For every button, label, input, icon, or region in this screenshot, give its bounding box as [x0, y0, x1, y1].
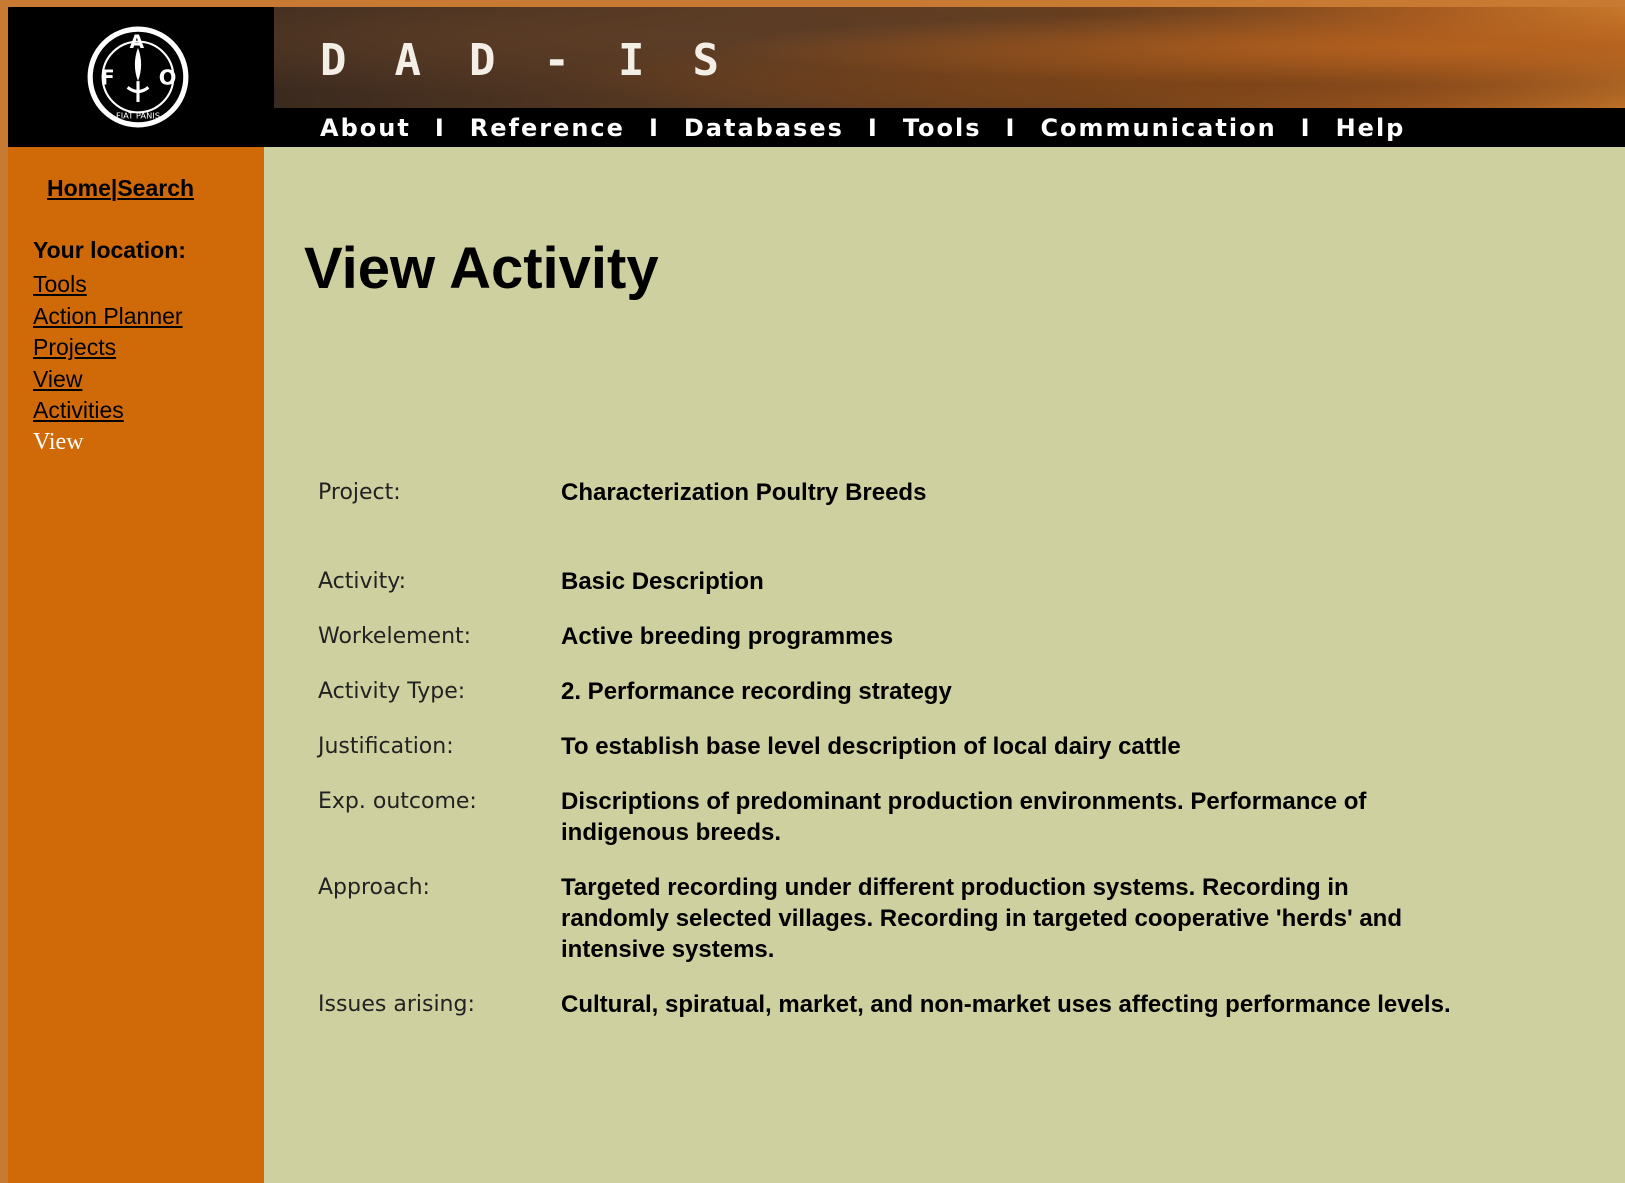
logo-area: F A O FIAT PANIS — [8, 7, 274, 147]
nav-reference[interactable]: Reference — [470, 114, 625, 142]
field-label: Issues arising: — [318, 992, 475, 1017]
detail-row: Justification: To establish base level d… — [318, 731, 1461, 786]
detail-row: Activity Type: 2. Performance recording … — [318, 676, 1461, 731]
field-value: Targeted recording under different produ… — [561, 874, 1402, 963]
field-label: Exp. outcome: — [318, 789, 477, 814]
sidebar-quick-links: Home|Search — [47, 175, 194, 202]
nav-about[interactable]: About — [320, 114, 411, 142]
detail-row: Workelement: Active breeding programmes — [318, 621, 1461, 676]
logo-letter-o: O — [159, 65, 177, 89]
field-value: Active breeding programmes — [561, 623, 894, 650]
breadcrumb-activities[interactable]: Activities — [33, 395, 183, 427]
breadcrumb-current: View — [33, 428, 84, 455]
breadcrumb-projects[interactable]: Projects — [33, 332, 183, 364]
field-label: Justification: — [318, 734, 454, 759]
field-label: Approach: — [318, 875, 430, 900]
field-label: Activity Type: — [318, 679, 466, 704]
nav-separator: I — [648, 113, 660, 142]
detail-row: Exp. outcome: Discriptions of predominan… — [318, 786, 1461, 872]
detail-row: Project: Characterization Poultry Breeds — [318, 477, 1461, 566]
site-title: DAD-IS — [320, 35, 767, 86]
breadcrumb-view[interactable]: View — [33, 364, 183, 396]
detail-row: Approach: Targeted recording under diffe… — [318, 872, 1461, 989]
nav-communication[interactable]: Communication — [1040, 114, 1276, 142]
location-heading: Your location: — [33, 237, 186, 263]
field-value: To establish base level description of l… — [561, 733, 1181, 760]
page-frame: F A O FIAT PANIS DAD-IS About I Referenc… — [8, 7, 1625, 1183]
breadcrumb-tools[interactable]: Tools — [33, 269, 183, 301]
search-link[interactable]: Search — [117, 175, 194, 201]
logo-letter-a: A — [130, 32, 145, 53]
field-value: 2. Performance recording strategy — [561, 678, 952, 705]
nav-databases[interactable]: Databases — [684, 114, 844, 142]
page-title: View Activity — [304, 236, 659, 301]
nav-separator: I — [1300, 113, 1312, 142]
field-value: Characterization Poultry Breeds — [561, 479, 927, 506]
detail-row: Activity: Basic Description — [318, 566, 1461, 621]
fao-logo[interactable]: F A O FIAT PANIS — [86, 25, 190, 129]
field-value: Cultural, spiratual, market, and non-mar… — [561, 991, 1451, 1018]
nav-separator: I — [434, 113, 446, 142]
breadcrumb-action-planner[interactable]: Action Planner — [33, 301, 183, 333]
logo-letter-f: F — [101, 65, 115, 89]
top-navigation: About I Reference I Databases I Tools I … — [274, 108, 1625, 147]
field-label: Activity: — [318, 569, 407, 594]
sidebar: Home|Search Your location: Tools Action … — [8, 147, 264, 1183]
field-value: Basic Description — [561, 568, 764, 595]
breadcrumb: Tools Action Planner Projects View Activ… — [33, 269, 183, 458]
field-label: Workelement: — [318, 624, 472, 649]
nav-separator: I — [867, 113, 879, 142]
activity-details-table: Project: Characterization Poultry Breeds… — [318, 477, 1461, 1044]
logo-motto: FIAT PANIS — [116, 111, 160, 121]
detail-row: Issues arising: Cultural, spiratual, mar… — [318, 989, 1461, 1044]
nav-help[interactable]: Help — [1336, 114, 1406, 142]
nav-separator: I — [1005, 113, 1017, 142]
nav-tools[interactable]: Tools — [903, 114, 982, 142]
home-link[interactable]: Home — [47, 175, 111, 201]
header-banner: DAD-IS — [274, 7, 1625, 108]
field-value: Discriptions of predominant production e… — [561, 788, 1367, 846]
field-label: Project: — [318, 480, 401, 505]
